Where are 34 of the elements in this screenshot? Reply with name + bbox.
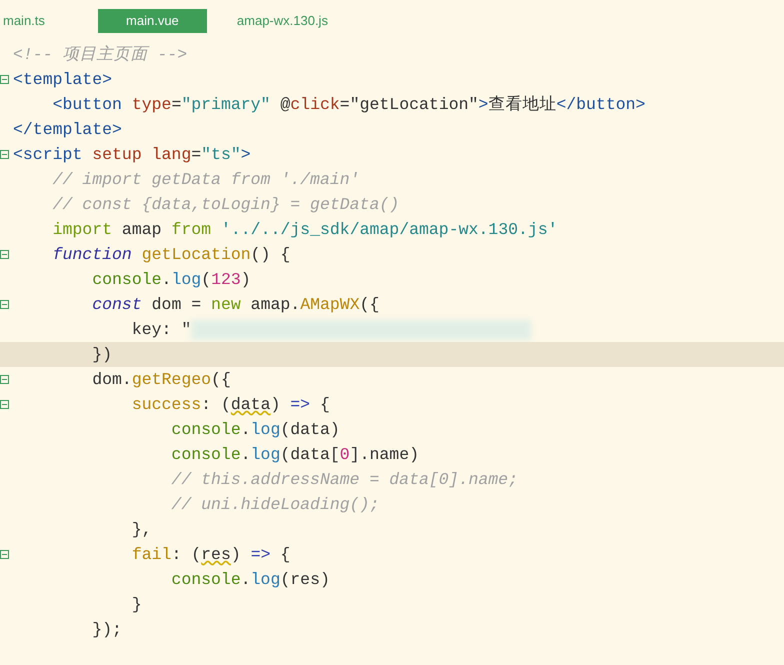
code-line: }) xyxy=(91,344,112,366)
code-line: // this.addressName = data[0].name; xyxy=(170,469,518,491)
code-line: success: (data) => { xyxy=(130,394,330,416)
fold-icon[interactable] xyxy=(0,375,9,384)
code-line: <template> xyxy=(13,69,112,91)
code-line: <script setup lang="ts"> xyxy=(13,144,251,166)
code-line: key: " xyxy=(130,319,192,341)
code-line: console.log(data[0].name) xyxy=(170,444,420,466)
code-line: <!-- 项目主页面 --> xyxy=(13,44,188,66)
code-line: function getLocation() { xyxy=(52,244,290,266)
file-tab[interactable]: main.ts xyxy=(0,9,48,33)
code-line: </template> xyxy=(13,119,122,141)
file-tab[interactable]: main.vue xyxy=(98,9,207,33)
fold-icon[interactable] xyxy=(0,150,9,159)
code-line: console.log(data) xyxy=(170,419,340,441)
code-line: // const {data,toLogin} = getData() xyxy=(52,194,400,216)
file-tab[interactable]: amap-wx.130.js xyxy=(234,9,331,33)
fold-icon[interactable] xyxy=(0,550,9,559)
fold-icon[interactable] xyxy=(0,400,9,409)
code-line: }); xyxy=(91,619,122,641)
code-line: <button type="primary" @click="getLocation">查看地址</button> xyxy=(52,94,646,116)
fold-icon[interactable] xyxy=(0,250,9,259)
code-line: fail: (res) => { xyxy=(130,544,290,566)
code-line: // import getData from './main' xyxy=(52,169,360,191)
code-line: console.log(res) xyxy=(170,569,330,591)
code-line: } xyxy=(130,594,142,616)
code-line: dom.getRegeo({ xyxy=(91,369,231,391)
code-line: import amap from '../../js_sdk/amap/amap-wx.130.js' xyxy=(52,219,558,241)
fold-icon[interactable] xyxy=(0,300,9,309)
code-line: const dom = new amap.AMapWX({ xyxy=(91,294,380,316)
fold-icon[interactable] xyxy=(0,75,9,84)
code-line: console.log(123) xyxy=(91,269,251,291)
code-line: // uni.hideLoading(); xyxy=(170,494,380,516)
code-line: }, xyxy=(130,519,152,541)
